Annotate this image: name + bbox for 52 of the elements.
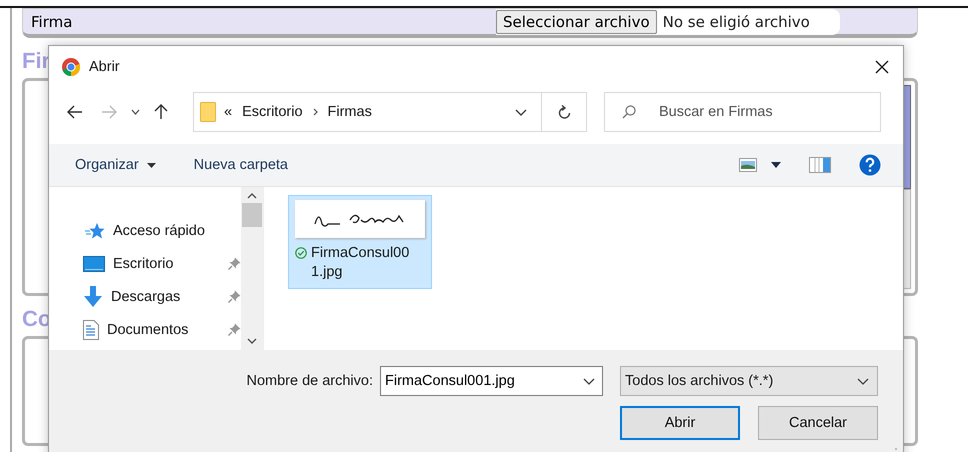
document-icon (83, 320, 99, 340)
file-name: FirmaConsul001.jpg (311, 244, 410, 282)
file-name-field[interactable]: FirmaConsul001.jpg (380, 366, 603, 396)
nav-item[interactable]: Descargas (111, 288, 180, 304)
chevron-right-icon (312, 108, 318, 116)
chevron-down-icon[interactable] (247, 338, 257, 344)
chevron-down-icon[interactable] (583, 378, 595, 385)
chevron-down-icon[interactable] (131, 109, 140, 115)
breadcrumb-item[interactable]: Firmas (328, 104, 372, 120)
scrollbar[interactable] (241, 187, 263, 350)
chevron-down-icon[interactable] (515, 108, 527, 116)
choose-file-button[interactable]: Seleccionar archivo (496, 10, 657, 34)
organize-menu[interactable]: Organizar (75, 157, 156, 173)
open-button[interactable]: Abrir (620, 406, 740, 440)
chevron-down-icon (857, 378, 869, 384)
dropdown-caret-icon (146, 162, 156, 168)
search-icon (622, 105, 636, 119)
pin-icon[interactable] (228, 257, 241, 270)
new-folder-button[interactable]: Nueva carpeta (194, 157, 288, 173)
scrollbar-thumb[interactable] (242, 203, 262, 227)
field-label: Firma (30, 12, 74, 30)
chevron-up-icon[interactable] (247, 193, 257, 199)
file-type-dropdown[interactable]: Todos los archivos (*.*) (620, 366, 878, 396)
nav-item[interactable]: Documentos (107, 322, 188, 338)
file-status-text: No se eligió archivo (662, 12, 810, 30)
refresh-icon[interactable] (558, 104, 570, 120)
search-field[interactable]: Buscar en Firmas (604, 92, 881, 132)
preview-pane-icon[interactable] (809, 157, 831, 173)
section-heading: Fir (22, 48, 52, 74)
nav-item[interactable]: Acceso rápido (113, 222, 205, 238)
help-icon[interactable] (859, 154, 881, 176)
pin-icon[interactable] (228, 323, 241, 336)
up-arrow-icon[interactable] (154, 104, 168, 120)
file-name-label: Nombre de archivo: (245, 373, 373, 389)
star-icon (85, 222, 105, 240)
file-item[interactable]: FirmaConsul001.jpg (288, 195, 432, 289)
folder-icon (200, 102, 216, 122)
download-arrow-icon (83, 286, 103, 308)
breadcrumb-overflow[interactable]: « (224, 104, 232, 120)
pin-icon[interactable] (228, 290, 241, 303)
dialog-title: Abrir (89, 59, 120, 75)
dropdown-caret-icon[interactable] (771, 162, 781, 168)
sync-check-icon (295, 247, 307, 259)
browser-logo-icon (61, 57, 81, 77)
nav-item[interactable]: Escritorio (113, 256, 174, 272)
address-bar[interactable]: « Escritorio Firmas (193, 92, 587, 132)
image-view-icon[interactable] (739, 158, 757, 172)
desktop-icon (83, 256, 105, 272)
close-icon[interactable] (875, 60, 889, 74)
cancel-button[interactable]: Cancelar (758, 406, 878, 440)
breadcrumb-item[interactable]: Escritorio (242, 104, 303, 120)
back-arrow-icon[interactable] (67, 105, 83, 119)
